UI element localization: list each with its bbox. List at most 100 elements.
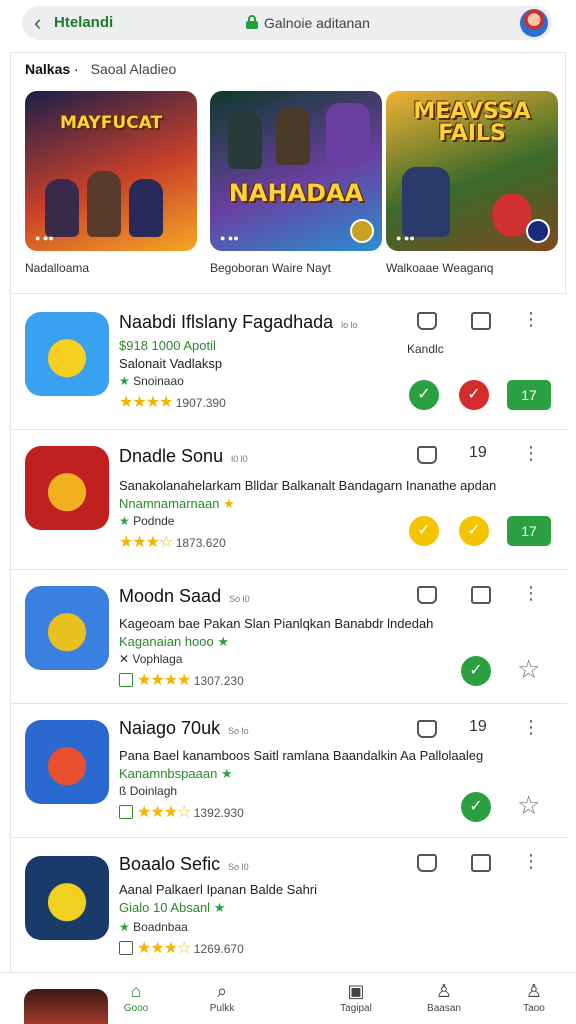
check-icon[interactable]: ✓ [459, 516, 489, 546]
app-developer: Salonait Vadlaksp [119, 356, 223, 371]
list-item[interactable]: Naiago 70uk So lo Pana Bael kanamboos Sai… [11, 703, 567, 837]
nav-item-search[interactable]: ⌕ Pulkk [182, 981, 262, 1014]
rating-count: 1907.390 [175, 396, 226, 410]
flag-icon[interactable] [417, 586, 437, 604]
nav-label: Pulkk [209, 1003, 235, 1014]
store-page: Nalkas · Saoal Aladieo MAYFUCAT ● ●● NAH… [10, 52, 567, 973]
rating-count: 1307.230 [193, 674, 244, 688]
category-x-icon: ✕ [119, 652, 130, 666]
app-tag: So l0 [229, 594, 250, 604]
comment-icon[interactable] [471, 312, 491, 330]
app-rating: ★★★☆ 1873.620 [119, 532, 226, 552]
nav-item-baasan[interactable]: ♙ Baasan [404, 981, 484, 1014]
comment-icon[interactable] [471, 854, 491, 872]
favorite-star-icon[interactable]: ☆ [517, 790, 540, 821]
banner-badge-icon [350, 219, 374, 243]
cancel-check-icon[interactable]: ✓ [459, 380, 489, 410]
check-icon[interactable]: ✓ [461, 792, 491, 822]
app-tag: l0 l0 [231, 454, 248, 464]
app-icon[interactable] [25, 312, 109, 396]
more-icon[interactable]: ⋮ [521, 444, 541, 464]
banner-dots: ● ●● [396, 233, 415, 243]
app-description: Kageoam bae Pakan Slan Pianlqkan Banabdr… [119, 616, 434, 631]
more-icon[interactable]: ⋮ [521, 852, 541, 872]
avatar[interactable] [520, 9, 548, 37]
flag-icon[interactable] [417, 854, 437, 872]
app-name-text: Dnadle Sonu [119, 446, 224, 466]
check-icon[interactable]: ✓ [409, 516, 439, 546]
app-icon[interactable] [25, 720, 109, 804]
app-category: ✕ Vophlaga [119, 652, 182, 666]
app-tag: So lo [228, 726, 249, 736]
rating-count: 1269.670 [193, 942, 244, 956]
install-button[interactable]: 17 [507, 380, 551, 410]
app-icon[interactable] [25, 586, 109, 670]
back-chevron-icon[interactable]: ‹ [34, 12, 50, 34]
app-developer: Nnamnamarnaan ★ [119, 496, 235, 512]
review-count[interactable]: 19 [469, 444, 487, 462]
rating-stars-icon: ★★★☆ [119, 534, 173, 551]
bottom-nav: ⌂ Gooo ⌕ Pulkk ▣ Tagipal ♙ Baasan ♙ Taoo [0, 972, 576, 1024]
rating-stars-icon: ★★★★ [119, 394, 173, 411]
nav-item-home[interactable]: ⌂ Gooo [96, 981, 176, 1014]
nav-label: Tagipal [340, 1003, 372, 1014]
install-button[interactable]: 17 [507, 516, 551, 546]
app-icon[interactable] [25, 856, 109, 940]
review-count[interactable]: 19 [469, 718, 487, 736]
action-label: Kandlc [407, 342, 444, 356]
nav-label: Gooo [123, 1003, 149, 1014]
nav-item-tagipal[interactable]: ▣ Tagipal [316, 981, 396, 1014]
rating-stars-icon: ★★★★ [137, 672, 191, 689]
developer-text: Nnamnamarnaan [119, 496, 220, 511]
verified-icon [119, 941, 133, 955]
app-developer: Kaganaian hooo ★ [119, 634, 229, 650]
app-name: Moodn Saad So l0 [119, 586, 250, 607]
app-tag: So l0 [228, 862, 249, 872]
app-rating: ★★★☆ 1269.670 [119, 938, 244, 958]
app-rating: ★★★★ 1307.230 [119, 670, 244, 690]
category-star-icon: ★ [119, 920, 130, 934]
nav-item-taoo[interactable]: ♙ Taoo [494, 981, 574, 1014]
app-category: ★ Snoinaao [119, 374, 184, 388]
app-category: ß Doinlagh [119, 784, 177, 798]
developer-text: Gialo 10 Absanl [119, 900, 211, 915]
developer-text: Kaganaian hooo [119, 634, 214, 649]
url-text[interactable]: Galnoie aditanan [264, 15, 370, 31]
account-icon: ♙ [525, 981, 543, 1001]
app-rating: ★★★★ 1907.390 [119, 392, 226, 412]
more-icon[interactable]: ⋮ [521, 310, 541, 330]
lock-icon [246, 15, 258, 29]
check-icon[interactable]: ✓ [461, 656, 491, 686]
banner-title: MAYFUCAT [59, 113, 163, 133]
more-icon[interactable]: ⋮ [521, 584, 541, 604]
flag-icon[interactable] [417, 312, 437, 330]
app-icon[interactable] [25, 446, 109, 530]
list-item[interactable]: Naabdi Iflslany Fagadhada lo lo $918 1000… [11, 293, 567, 429]
list-item[interactable]: Moodn Saad So l0 Kageoam bae Pakan Slan P… [11, 569, 567, 703]
developer-star-icon: ★ [223, 496, 235, 511]
featured-banner-3[interactable]: MEAVSSA FAILS ● ●● [386, 91, 558, 251]
category-mark-icon: ß [119, 784, 127, 798]
comment-icon[interactable] [471, 586, 491, 604]
featured-banner-2[interactable]: NAHADAA ● ●● [210, 91, 382, 251]
nav-label: Baasan [427, 1003, 461, 1014]
category-text: Snoinaao [133, 374, 184, 388]
favorite-star-icon[interactable]: ☆ [517, 654, 540, 685]
check-icon[interactable]: ✓ [409, 380, 439, 410]
list-item[interactable]: Dnadle Sonu l0 l0 Sanakolanahelarkam Blld… [11, 429, 567, 569]
app-price: $918 1000 Apotil [119, 338, 216, 353]
flag-icon[interactable] [417, 446, 437, 464]
verified-icon [119, 673, 133, 687]
app-description: Pana Bael kanamboos Saitl ramlana Baanda… [119, 748, 484, 763]
list-item[interactable]: Boaalo Sefic So l0 Aanal Palkaerl Ipanan … [11, 837, 567, 973]
more-icon[interactable]: ⋮ [521, 718, 541, 738]
app-developer: Kanamnbspaaan ★ [119, 766, 233, 782]
app-name-text: Naabdi Iflslany Fagadhada [119, 312, 334, 332]
featured-subtitle: Saoal Aladieo [90, 61, 177, 77]
featured-banner-1[interactable]: MAYFUCAT ● ●● [25, 91, 197, 251]
site-name: Htelandi [54, 14, 114, 31]
person-icon: ♙ [435, 981, 453, 1001]
address-bar[interactable]: ‹ Htelandi Galnoie aditanan [22, 6, 552, 40]
image-icon: ▣ [347, 981, 365, 1001]
flag-icon[interactable] [417, 720, 437, 738]
